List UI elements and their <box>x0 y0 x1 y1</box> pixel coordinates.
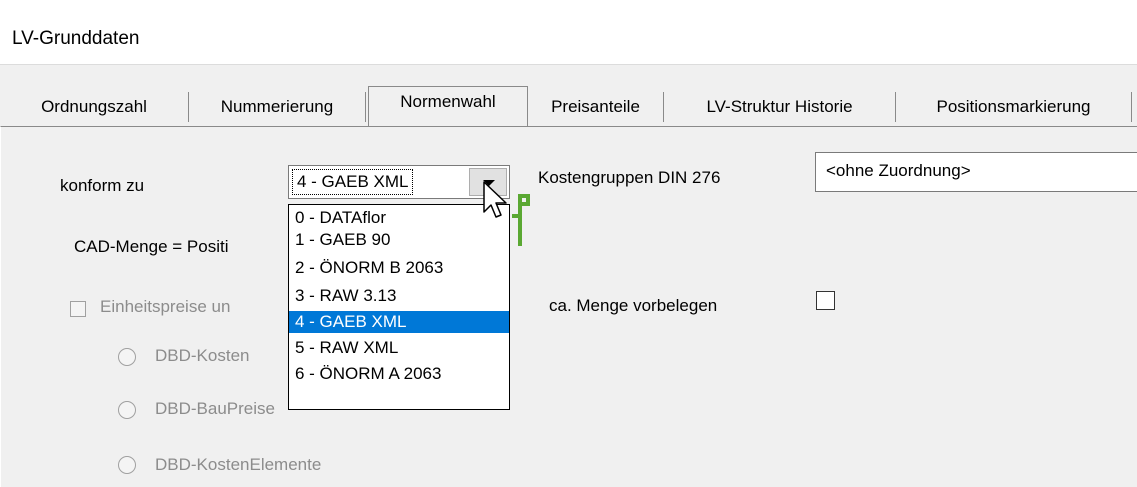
window-title: LV-Grunddaten <box>12 28 140 49</box>
tab-strip: Ordnungszahl Nummerierung Normenwahl Pre… <box>0 74 1137 128</box>
einheitspreise-label: Einheitspreise un <box>100 297 231 316</box>
dropdown-option[interactable]: 1 - GAEB 90 <box>289 229 509 251</box>
tab-ordnungszahl[interactable]: Ordnungszahl <box>0 92 189 122</box>
tab-preisanteile[interactable]: Preisanteile <box>528 92 664 122</box>
mouse-cursor-icon <box>483 181 507 218</box>
konform-dropdown-list: 0 - DATAflor 1 - GAEB 90 2 - ÖNORM B 206… <box>288 204 510 410</box>
ca-menge-label: ca. Menge vorbelegen <box>549 296 718 315</box>
tab-positionsmarkierung[interactable]: Positionsmarkierung <box>896 92 1132 122</box>
kostengruppen-value: <ohne Zuordnung> <box>826 161 971 180</box>
dropdown-option[interactable]: 3 - RAW 3.13 <box>289 285 509 307</box>
dropdown-option[interactable]: 2 - ÖNORM B 2063 <box>289 257 509 279</box>
cad-menge-label: CAD-Menge = Positi <box>74 237 229 256</box>
tab-lv-struktur-historie[interactable]: LV-Struktur Historie <box>664 92 896 122</box>
kostengruppen-field[interactable]: <ohne Zuordnung> <box>815 152 1137 192</box>
radio-dbd-kostenelemente-label: DBD-KostenElemente <box>155 455 322 474</box>
tab-normenwahl[interactable]: Normenwahl <box>368 86 528 126</box>
green-flag-icon <box>512 194 530 246</box>
radio-dbd-kosten[interactable] <box>118 348 136 366</box>
konform-label: konform zu <box>60 176 145 195</box>
dropdown-option[interactable]: 6 - ÖNORM A 2063 <box>289 363 509 385</box>
radio-dbd-baupreise[interactable] <box>118 401 136 419</box>
ca-menge-checkbox[interactable] <box>816 291 835 310</box>
dropdown-option-selected[interactable]: 4 - GAEB XML <box>289 311 509 333</box>
tab-nummerierung[interactable]: Nummerierung <box>189 92 366 122</box>
radio-dbd-kosten-label: DBD-Kosten <box>155 346 250 365</box>
einheitspreise-checkbox[interactable] <box>70 301 86 317</box>
window-titlebar: LV-Grunddaten <box>0 0 1137 65</box>
radio-dbd-kostenelemente[interactable] <box>118 456 136 474</box>
konform-combo-value: 4 - GAEB XML <box>291 169 414 195</box>
radio-dbd-baupreise-label: DBD-BauPreise <box>155 399 275 418</box>
kostengruppen-label: Kostengruppen DIN 276 <box>538 168 721 187</box>
dropdown-option[interactable]: 5 - RAW XML <box>289 337 509 359</box>
konform-combobox[interactable]: 4 - GAEB XML <box>288 165 510 199</box>
dropdown-option[interactable]: 0 - DATAflor <box>289 207 509 229</box>
